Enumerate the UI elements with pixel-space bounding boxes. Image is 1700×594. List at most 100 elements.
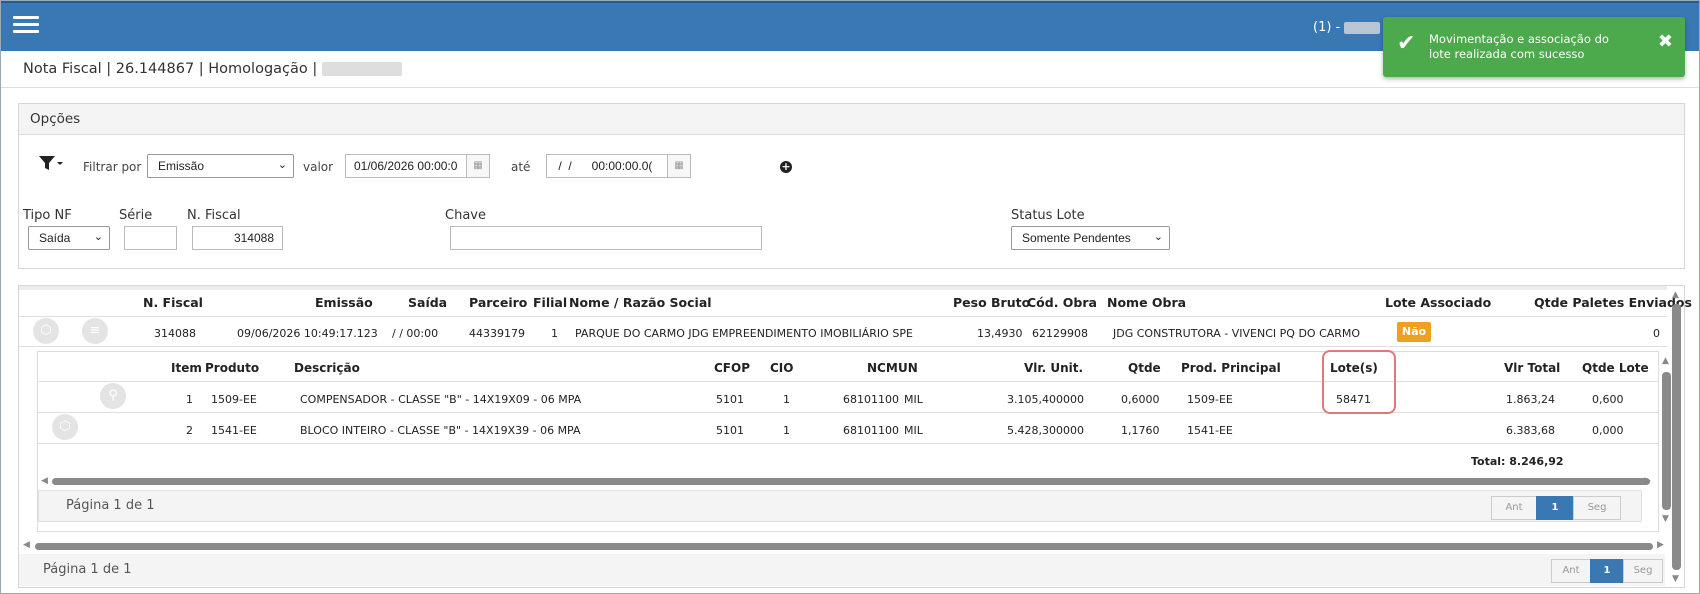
menu-icon[interactable] <box>13 16 39 36</box>
chevron-down-icon: ⌄ <box>1153 231 1163 243</box>
sub-row-vlr-total: 1.863,24 <box>1506 393 1555 406</box>
box-icon[interactable]: ⬡ <box>33 318 59 344</box>
col-peso[interactable]: Peso Bruto <box>953 295 1030 310</box>
valor-label: valor <box>303 160 334 174</box>
scroll-right-icon[interactable]: ▶ <box>1644 476 1651 486</box>
serie-input[interactable] <box>124 226 177 250</box>
col-lote-associado[interactable]: Lote Associado <box>1385 295 1491 310</box>
col-nfiscal[interactable]: N. Fiscal <box>143 295 203 310</box>
search-icon[interactable]: ⚲ <box>100 383 126 409</box>
divider <box>38 381 1658 382</box>
tipo-nf-label: Tipo NF <box>23 208 72 223</box>
calendar-icon[interactable]: ▦ <box>667 154 691 178</box>
sub-row-un: MIL <box>904 393 923 406</box>
sub-total: Total: 8.246,92 <box>1471 455 1564 468</box>
col-nome-obra[interactable]: Nome Obra <box>1107 295 1186 310</box>
divider <box>19 316 1667 317</box>
sub-row-vlr-total: 6.383,68 <box>1506 424 1555 437</box>
main-hscroll-thumb[interactable] <box>35 543 1653 550</box>
divider <box>38 443 1658 444</box>
col-nome[interactable]: Nome / Razão Social <box>569 295 712 310</box>
itens-subgrid: Item Produto Descrição CFOP CIO NCM UN V… <box>37 350 1671 532</box>
row-nome-obra: JDG CONSTRUTORA - VIVENCI PQ DO CARMO <box>1113 327 1361 340</box>
col-ncm[interactable]: NCM <box>867 361 898 375</box>
sub-row-cfop: 5101 <box>716 424 744 437</box>
row-peso: 13,4930 <box>977 327 1023 340</box>
col-qtde-paletes[interactable]: Qtde Paletes Enviados <box>1534 295 1692 310</box>
sub-row-produto: 1541-EE <box>211 424 257 437</box>
scroll-down-icon[interactable]: ▼ <box>1672 574 1679 584</box>
scroll-left-icon[interactable]: ◀ <box>41 476 48 486</box>
options-panel: Opções Filtrar por Emissão ⌄ valor 01/06… <box>18 103 1685 269</box>
col-un[interactable]: UN <box>898 361 918 375</box>
sub-row-prod-principal: 1509-EE <box>1187 393 1233 406</box>
col-descricao[interactable]: Descrição <box>294 361 360 375</box>
main-prev-button[interactable]: Ant <box>1551 559 1591 583</box>
user-info[interactable]: (1) - <box>1313 20 1381 35</box>
main-page-1-button[interactable]: 1 <box>1590 559 1624 583</box>
col-cfop[interactable]: CFOP <box>714 361 750 375</box>
add-filter-icon[interactable]: + <box>780 161 792 173</box>
scroll-up-icon[interactable]: ▲ <box>1662 356 1669 366</box>
sub-next-button[interactable]: Seg <box>1573 496 1621 520</box>
sub-row-ncm: 68101100 <box>843 393 899 406</box>
row-cod-obra: 62129908 <box>1032 327 1088 340</box>
main-hscroll[interactable] <box>35 541 1655 551</box>
col-qtde[interactable]: Qtde <box>1128 361 1161 375</box>
sub-hscroll-thumb[interactable] <box>52 478 1650 485</box>
sub-row-ncm: 68101100 <box>843 424 899 437</box>
page-title-text: Nota Fiscal | 26.144867 | Homologação | <box>23 61 318 77</box>
filter-icon[interactable] <box>37 153 63 176</box>
sub-row-descricao: BLOCO INTEIRO - CLASSE "B" - 14X19X39 - … <box>300 424 581 437</box>
col-cod-obra[interactable]: Cód. Obra <box>1027 295 1097 310</box>
scroll-down-icon[interactable]: ▼ <box>1662 514 1669 524</box>
row-nfiscal: 314088 <box>154 327 196 340</box>
sub-hscroll[interactable] <box>52 476 1652 486</box>
valor-input[interactable]: 01/06/2026 00:00:0 <box>345 154 467 178</box>
sub-row-produto: 1509-EE <box>211 393 257 406</box>
sub-prev-button[interactable]: Ant <box>1491 496 1537 520</box>
calendar-icon[interactable]: ▦ <box>466 154 490 178</box>
close-icon[interactable]: ✖ <box>1658 31 1673 52</box>
col-produto[interactable]: Produto <box>205 361 259 375</box>
col-vlr-total[interactable]: Vlr Total <box>1504 361 1560 375</box>
page-title: Nota Fiscal | 26.144867 | Homologação | <box>23 61 402 77</box>
chevron-down-icon: ⌄ <box>93 231 103 243</box>
col-emissao[interactable]: Emissão <box>315 295 373 310</box>
main-vscroll-thumb[interactable] <box>1672 304 1681 570</box>
nfiscal-input[interactable]: 314088 <box>192 226 283 250</box>
list-icon[interactable]: ≡ <box>82 318 108 344</box>
sub-row-qtde: 0,6000 <box>1121 393 1160 406</box>
chave-input[interactable] <box>450 226 762 250</box>
main-next-button[interactable]: Seg <box>1623 559 1663 583</box>
sub-row-vlr-unit: 5.428,300000 <box>1007 424 1084 437</box>
status-lote-select[interactable]: Somente Pendentes ⌄ <box>1011 226 1170 250</box>
sub-page-1-button[interactable]: 1 <box>1536 496 1574 520</box>
sub-page-info: Página 1 de 1 <box>66 498 155 513</box>
sub-vscroll-thumb[interactable] <box>1662 372 1671 510</box>
scroll-up-icon[interactable]: ▲ <box>1672 290 1679 300</box>
sub-row-cio: 1 <box>783 393 790 406</box>
ate-input[interactable]: / / 00:00:00.0( <box>546 154 668 178</box>
box-icon[interactable]: ⬡ <box>52 414 78 440</box>
sub-row-cio: 1 <box>783 424 790 437</box>
col-prod-principal[interactable]: Prod. Principal <box>1181 361 1281 375</box>
col-item[interactable]: Item <box>171 361 202 375</box>
sub-row-qtde-lote: 0,000 <box>1592 424 1624 437</box>
success-toast: ✔ Movimentação e associação do lote real… <box>1383 17 1685 77</box>
row-emissao: 09/06/2026 10:49:17.123 <box>237 327 378 340</box>
scroll-left-icon[interactable]: ◀ <box>23 540 30 550</box>
sub-row-prod-principal: 1541-EE <box>1187 424 1233 437</box>
sub-row-vlr-unit: 3.105,400000 <box>1007 393 1084 406</box>
nota-fiscal-grid: N. Fiscal Emissão Saída Parceiro Filial … <box>18 285 1692 588</box>
col-saida[interactable]: Saída <box>408 295 447 310</box>
col-filial[interactable]: Filial <box>533 295 567 310</box>
tipo-nf-select[interactable]: Saída ⌄ <box>28 226 110 250</box>
col-qtde-lote[interactable]: Qtde Lote <box>1582 361 1649 375</box>
divider <box>1 87 1699 88</box>
col-vlr-unit[interactable]: Vlr. Unit. <box>1024 361 1083 375</box>
col-parceiro[interactable]: Parceiro <box>469 295 527 310</box>
scroll-right-icon[interactable]: ▶ <box>1657 540 1664 550</box>
filtrar-por-select[interactable]: Emissão ⌄ <box>147 154 294 178</box>
col-cio[interactable]: CIO <box>770 361 793 375</box>
